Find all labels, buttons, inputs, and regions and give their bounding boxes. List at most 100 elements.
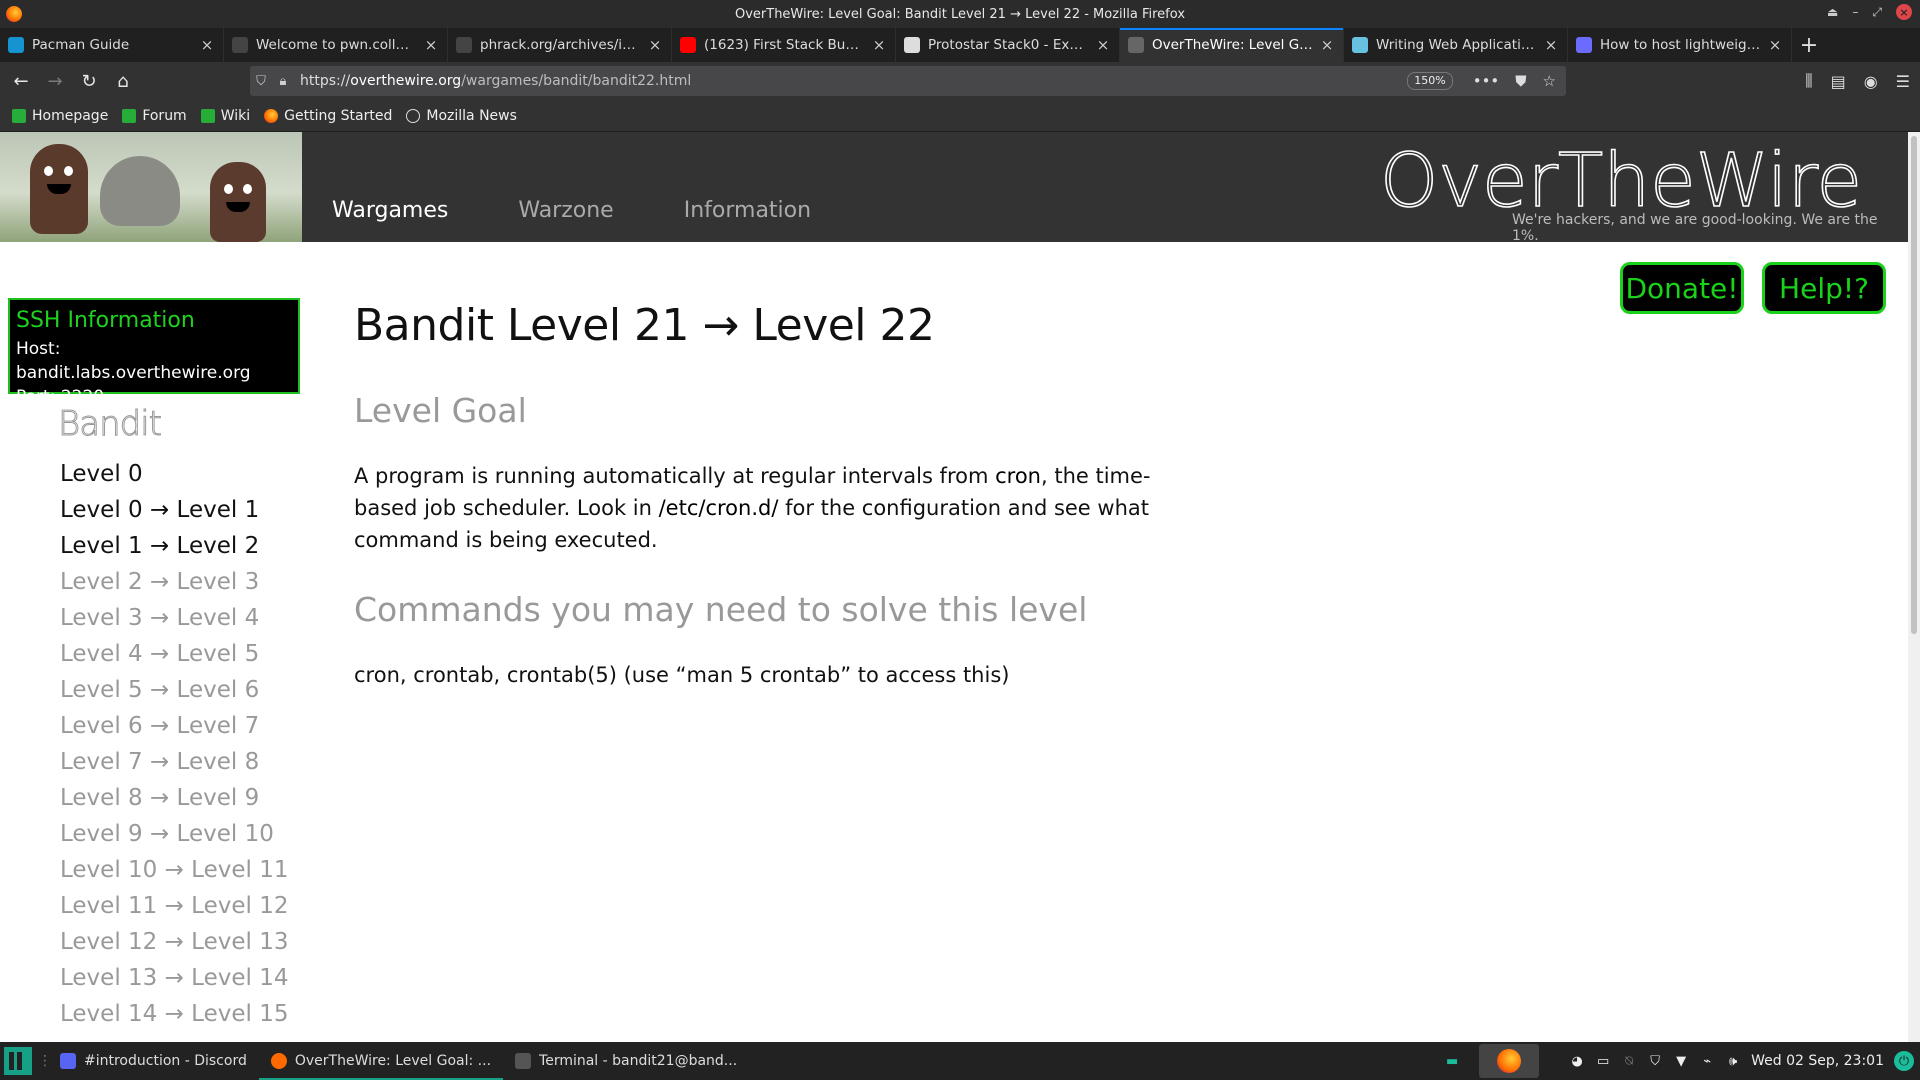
page-scrollbar[interactable] [1908,132,1920,1042]
level-link[interactable]: Level 9 → Level 10 [60,816,288,852]
forward-button[interactable]: → [38,66,72,96]
level-link[interactable]: Level 10 → Level 11 [60,852,288,888]
window-titlebar: OverTheWire: Level Goal: Bandit Level 21… [0,0,1920,28]
level-link[interactable]: Level 11 → Level 12 [60,888,288,924]
bookmark-star-icon[interactable]: ☆ [1543,72,1556,90]
level-link[interactable]: Level 5 → Level 6 [60,672,288,708]
close-tab-icon[interactable]: × [1543,36,1559,54]
level-goal-text: A program is running automatically at re… [354,464,1151,552]
close-tab-icon[interactable]: × [1319,36,1335,54]
level-link[interactable]: Level 13 → Level 14 [60,960,288,996]
url-bar[interactable]: ⛉ 🔒︎ https://overthewire.org/wargames/ba… [250,66,1566,96]
tab-5[interactable]: OverTheWire: Level Goal: B × [1120,28,1344,62]
sidebar-icon[interactable]: ▤ [1831,72,1846,91]
level-link[interactable]: Level 7 → Level 8 [60,744,288,780]
logo-text: OverTheWire [1380,144,1860,220]
new-tab-button[interactable]: + [1792,28,1826,62]
commands-heading: Commands you may need to solve this leve… [354,590,1088,629]
back-button[interactable]: ← [4,66,38,96]
overthewire-logo[interactable]: OverTheWire [1380,144,1860,220]
tab-4[interactable]: Protostar Stack0 - Exploit E × [896,28,1120,62]
reload-button[interactable]: ↻ [72,66,106,96]
site-nav: Wargames Warzone Information [332,198,811,223]
bookmark-1[interactable]: Forum [122,107,187,124]
url-text[interactable]: https://overthewire.org/wargames/bandit/… [300,73,1407,89]
tab-6[interactable]: Writing Web Applications × [1344,28,1568,62]
task-label: OverTheWire: Level Goal: ... [294,1053,492,1069]
bookmark-label: Homepage [32,107,109,124]
workspace-icon[interactable]: ▬ [1441,1053,1463,1069]
close-tab-icon[interactable]: × [423,36,439,54]
volume-icon[interactable]: 🕪︎ [1725,1053,1741,1069]
account-icon[interactable]: ◉ [1864,72,1878,91]
nav-warzone[interactable]: Warzone [518,198,613,223]
home-button[interactable]: ⌂ [106,66,140,96]
tab-7[interactable]: How to host lightweight ap × [1568,28,1792,62]
nav-information[interactable]: Information [684,198,811,223]
tab-1[interactable]: Welcome to pwn.college! | pw × [224,28,448,62]
bookmark-2[interactable]: Wiki [200,108,250,124]
close-tab-icon[interactable]: × [1767,36,1783,54]
page-actions-icon[interactable]: ••• [1473,72,1500,90]
bookmark-4[interactable]: Mozilla News [406,108,517,124]
taskbar-task-1[interactable]: OverTheWire: Level Goal: ... [258,1042,504,1080]
task-list: #introduction - Discord OverTheWire: Leve… [48,1042,749,1080]
close-tab-icon[interactable]: × [647,36,663,54]
taskbar-task-0[interactable]: #introduction - Discord [48,1042,259,1080]
discord-tray-icon[interactable]: ◕ [1569,1053,1585,1069]
menu-icon[interactable]: ☰ [1896,72,1910,91]
library-icon[interactable]: ⫼ [1805,71,1812,91]
level-link[interactable]: Level 14 → Level 15 [60,996,288,1032]
donate-button[interactable]: Donate! [1620,262,1744,314]
notifications-muted-icon[interactable]: ⍉ [1621,1053,1637,1069]
level-link[interactable]: Level 6 → Level 7 [60,708,288,744]
attachment-icon[interactable]: ⌁ [1699,1053,1715,1069]
lock-icon[interactable]: 🔒︎ [272,74,294,89]
shield-icon[interactable]: ⛉ [250,74,272,89]
minimize-button[interactable]: – [1852,5,1858,19]
level-link[interactable]: Level 3 → Level 4 [60,600,288,636]
level-link[interactable]: Level 1 → Level 2 [60,528,288,564]
power-icon[interactable]: ⏻ [1894,1051,1914,1071]
header-photo [0,132,302,242]
url-path: /wargames/bandit/bandit22.html [461,73,692,89]
taskbar-task-2[interactable]: Terminal - bandit21@band... [503,1042,749,1080]
clipboard-icon[interactable]: ▭ [1595,1053,1611,1069]
web-page: Wargames Warzone Information OverTheWire… [0,132,1908,1042]
bookmark-3[interactable]: Getting Started [264,108,392,124]
bookmark-label: Forum [142,107,187,124]
bookmark-0[interactable]: Homepage [12,108,108,124]
close-tab-icon[interactable]: × [871,36,887,54]
close-tab-icon[interactable]: × [1095,36,1111,54]
scrollbar-thumb[interactable] [1911,136,1917,634]
level-link[interactable]: Level 8 → Level 9 [60,780,288,816]
clock[interactable]: Wed 02 Sep, 23:01 [1751,1053,1884,1069]
tab-2[interactable]: phrack.org/archives/issues/1/ × [448,28,672,62]
wifi-icon[interactable]: ▼ [1673,1053,1689,1069]
level-link[interactable]: Level 0 [60,456,288,492]
url-actions: ••• ⛊ ☆ [1473,72,1556,90]
help-button[interactable]: Help!? [1762,262,1886,314]
firefox-tray-icon[interactable] [1479,1044,1540,1078]
level-link[interactable]: Level 0 → Level 1 [60,492,288,528]
manjaro-icon [12,108,26,123]
eject-icon[interactable]: ⏏ [1827,5,1838,19]
window-controls: ⏏ – ⤢ × [1827,4,1912,20]
manjaro-icon [200,108,215,123]
level-link[interactable]: Level 2 → Level 3 [60,564,288,600]
maximize-button[interactable]: ⤢ [1872,5,1882,20]
toolbar-right: ⫼ ▤ ◉ ☰ [1805,66,1910,96]
security-shield-icon[interactable]: ⛉ [1647,1053,1663,1069]
nav-wargames[interactable]: Wargames [332,198,448,223]
tab-3[interactable]: (1623) First Stack Buffer O × [672,28,896,62]
close-tab-icon[interactable]: × [199,36,215,54]
pocket-icon[interactable]: ⛊ [1515,72,1526,90]
close-window-button[interactable]: × [1896,4,1912,20]
tab-title: How to host lightweight ap [1600,37,1761,53]
zoom-indicator[interactable]: 150% [1407,72,1453,90]
tab-0[interactable]: Pacman Guide × [0,28,224,62]
terminal-icon [515,1053,532,1069]
manjaro-menu-icon[interactable] [4,1047,32,1075]
level-link[interactable]: Level 12 → Level 13 [60,924,288,960]
level-link[interactable]: Level 4 → Level 5 [60,636,288,672]
